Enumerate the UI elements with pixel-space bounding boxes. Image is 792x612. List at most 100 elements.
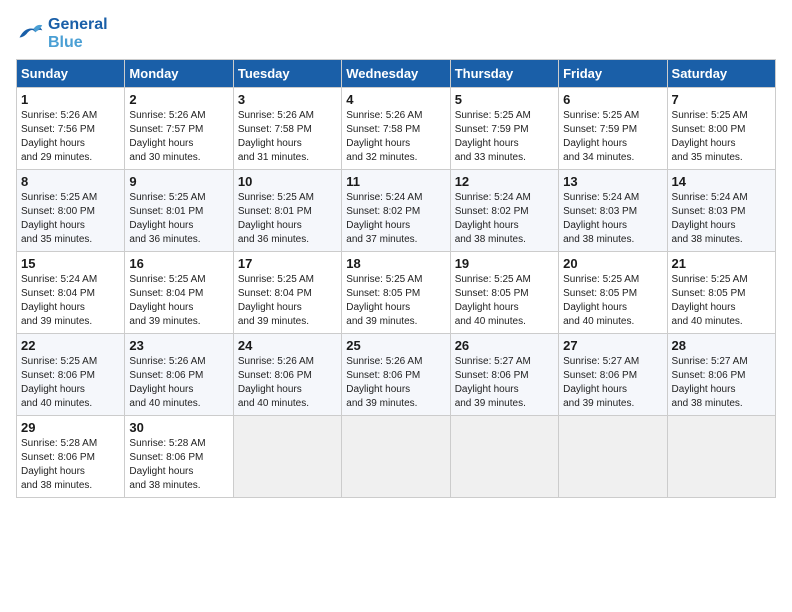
header-row: SundayMondayTuesdayWednesdayThursdayFrid…	[17, 60, 776, 88]
day-number: 20	[563, 256, 662, 271]
day-number: 22	[21, 338, 120, 353]
calendar-cell: 25 Sunrise: 5:26 AMSunset: 8:06 PMDaylig…	[342, 334, 450, 416]
day-number: 12	[455, 174, 554, 189]
calendar-cell: 26 Sunrise: 5:27 AMSunset: 8:06 PMDaylig…	[450, 334, 558, 416]
day-info: Sunrise: 5:26 AMSunset: 7:57 PMDaylight …	[129, 109, 228, 165]
day-info: Sunrise: 5:25 AMSunset: 8:01 PMDaylight …	[129, 191, 228, 247]
calendar-cell: 27 Sunrise: 5:27 AMSunset: 8:06 PMDaylig…	[559, 334, 667, 416]
day-info: Sunrise: 5:25 AMSunset: 8:00 PMDaylight …	[672, 109, 771, 165]
day-number: 4	[346, 92, 445, 107]
day-number: 5	[455, 92, 554, 107]
day-info: Sunrise: 5:25 AMSunset: 8:01 PMDaylight …	[238, 191, 337, 247]
day-number: 6	[563, 92, 662, 107]
calendar-cell: 5 Sunrise: 5:25 AMSunset: 7:59 PMDayligh…	[450, 88, 558, 170]
day-number: 27	[563, 338, 662, 353]
day-number: 2	[129, 92, 228, 107]
day-info: Sunrise: 5:25 AMSunset: 8:04 PMDaylight …	[238, 273, 337, 329]
day-number: 3	[238, 92, 337, 107]
calendar-cell: 6 Sunrise: 5:25 AMSunset: 7:59 PMDayligh…	[559, 88, 667, 170]
day-info: Sunrise: 5:27 AMSunset: 8:06 PMDaylight …	[455, 355, 554, 411]
day-info: Sunrise: 5:27 AMSunset: 8:06 PMDaylight …	[672, 355, 771, 411]
calendar-cell: 21 Sunrise: 5:25 AMSunset: 8:05 PMDaylig…	[667, 252, 775, 334]
calendar-cell: 16 Sunrise: 5:25 AMSunset: 8:04 PMDaylig…	[125, 252, 233, 334]
calendar-table: SundayMondayTuesdayWednesdayThursdayFrid…	[16, 59, 776, 498]
calendar-cell	[233, 416, 341, 498]
logo: General Blue	[16, 16, 108, 51]
day-info: Sunrise: 5:24 AMSunset: 8:02 PMDaylight …	[455, 191, 554, 247]
calendar-week-5: 29 Sunrise: 5:28 AMSunset: 8:06 PMDaylig…	[17, 416, 776, 498]
day-number: 24	[238, 338, 337, 353]
day-number: 26	[455, 338, 554, 353]
day-number: 10	[238, 174, 337, 189]
calendar-cell: 22 Sunrise: 5:25 AMSunset: 8:06 PMDaylig…	[17, 334, 125, 416]
calendar-cell: 7 Sunrise: 5:25 AMSunset: 8:00 PMDayligh…	[667, 88, 775, 170]
calendar-cell	[450, 416, 558, 498]
day-info: Sunrise: 5:28 AMSunset: 8:06 PMDaylight …	[129, 437, 228, 493]
calendar-cell: 19 Sunrise: 5:25 AMSunset: 8:05 PMDaylig…	[450, 252, 558, 334]
column-header-wednesday: Wednesday	[342, 60, 450, 88]
calendar-header: SundayMondayTuesdayWednesdayThursdayFrid…	[17, 60, 776, 88]
calendar-cell: 24 Sunrise: 5:26 AMSunset: 8:06 PMDaylig…	[233, 334, 341, 416]
day-info: Sunrise: 5:24 AMSunset: 8:04 PMDaylight …	[21, 273, 120, 329]
calendar-cell: 3 Sunrise: 5:26 AMSunset: 7:58 PMDayligh…	[233, 88, 341, 170]
day-number: 9	[129, 174, 228, 189]
column-header-monday: Monday	[125, 60, 233, 88]
day-number: 16	[129, 256, 228, 271]
day-info: Sunrise: 5:24 AMSunset: 8:03 PMDaylight …	[672, 191, 771, 247]
calendar-body: 1 Sunrise: 5:26 AMSunset: 7:56 PMDayligh…	[17, 88, 776, 498]
calendar-cell: 28 Sunrise: 5:27 AMSunset: 8:06 PMDaylig…	[667, 334, 775, 416]
column-header-thursday: Thursday	[450, 60, 558, 88]
day-number: 21	[672, 256, 771, 271]
day-info: Sunrise: 5:28 AMSunset: 8:06 PMDaylight …	[21, 437, 120, 493]
day-info: Sunrise: 5:25 AMSunset: 8:05 PMDaylight …	[346, 273, 445, 329]
calendar-cell: 9 Sunrise: 5:25 AMSunset: 8:01 PMDayligh…	[125, 170, 233, 252]
calendar-cell: 11 Sunrise: 5:24 AMSunset: 8:02 PMDaylig…	[342, 170, 450, 252]
column-header-sunday: Sunday	[17, 60, 125, 88]
day-info: Sunrise: 5:24 AMSunset: 8:03 PMDaylight …	[563, 191, 662, 247]
day-number: 19	[455, 256, 554, 271]
calendar-cell: 8 Sunrise: 5:25 AMSunset: 8:00 PMDayligh…	[17, 170, 125, 252]
day-info: Sunrise: 5:26 AMSunset: 7:58 PMDaylight …	[238, 109, 337, 165]
day-info: Sunrise: 5:25 AMSunset: 7:59 PMDaylight …	[563, 109, 662, 165]
calendar-cell: 12 Sunrise: 5:24 AMSunset: 8:02 PMDaylig…	[450, 170, 558, 252]
day-number: 28	[672, 338, 771, 353]
day-number: 1	[21, 92, 120, 107]
day-info: Sunrise: 5:26 AMSunset: 7:58 PMDaylight …	[346, 109, 445, 165]
day-number: 23	[129, 338, 228, 353]
day-info: Sunrise: 5:26 AMSunset: 8:06 PMDaylight …	[346, 355, 445, 411]
day-info: Sunrise: 5:25 AMSunset: 8:05 PMDaylight …	[455, 273, 554, 329]
calendar-cell: 17 Sunrise: 5:25 AMSunset: 8:04 PMDaylig…	[233, 252, 341, 334]
column-header-tuesday: Tuesday	[233, 60, 341, 88]
day-number: 14	[672, 174, 771, 189]
day-info: Sunrise: 5:25 AMSunset: 8:05 PMDaylight …	[672, 273, 771, 329]
column-header-friday: Friday	[559, 60, 667, 88]
day-number: 18	[346, 256, 445, 271]
day-number: 15	[21, 256, 120, 271]
day-info: Sunrise: 5:25 AMSunset: 8:00 PMDaylight …	[21, 191, 120, 247]
day-info: Sunrise: 5:26 AMSunset: 7:56 PMDaylight …	[21, 109, 120, 165]
calendar-cell	[342, 416, 450, 498]
calendar-cell: 13 Sunrise: 5:24 AMSunset: 8:03 PMDaylig…	[559, 170, 667, 252]
day-info: Sunrise: 5:26 AMSunset: 8:06 PMDaylight …	[129, 355, 228, 411]
day-number: 17	[238, 256, 337, 271]
calendar-cell	[559, 416, 667, 498]
calendar-week-4: 22 Sunrise: 5:25 AMSunset: 8:06 PMDaylig…	[17, 334, 776, 416]
day-number: 11	[346, 174, 445, 189]
day-info: Sunrise: 5:24 AMSunset: 8:02 PMDaylight …	[346, 191, 445, 247]
day-info: Sunrise: 5:25 AMSunset: 8:06 PMDaylight …	[21, 355, 120, 411]
page-header: General Blue	[16, 16, 776, 51]
day-number: 13	[563, 174, 662, 189]
calendar-cell: 2 Sunrise: 5:26 AMSunset: 7:57 PMDayligh…	[125, 88, 233, 170]
calendar-cell: 18 Sunrise: 5:25 AMSunset: 8:05 PMDaylig…	[342, 252, 450, 334]
day-info: Sunrise: 5:27 AMSunset: 8:06 PMDaylight …	[563, 355, 662, 411]
calendar-cell: 1 Sunrise: 5:26 AMSunset: 7:56 PMDayligh…	[17, 88, 125, 170]
calendar-cell: 20 Sunrise: 5:25 AMSunset: 8:05 PMDaylig…	[559, 252, 667, 334]
calendar-cell: 14 Sunrise: 5:24 AMSunset: 8:03 PMDaylig…	[667, 170, 775, 252]
day-number: 29	[21, 420, 120, 435]
day-number: 8	[21, 174, 120, 189]
day-info: Sunrise: 5:26 AMSunset: 8:06 PMDaylight …	[238, 355, 337, 411]
calendar-week-2: 8 Sunrise: 5:25 AMSunset: 8:00 PMDayligh…	[17, 170, 776, 252]
column-header-saturday: Saturday	[667, 60, 775, 88]
logo-bird-icon	[16, 20, 44, 48]
calendar-cell: 23 Sunrise: 5:26 AMSunset: 8:06 PMDaylig…	[125, 334, 233, 416]
